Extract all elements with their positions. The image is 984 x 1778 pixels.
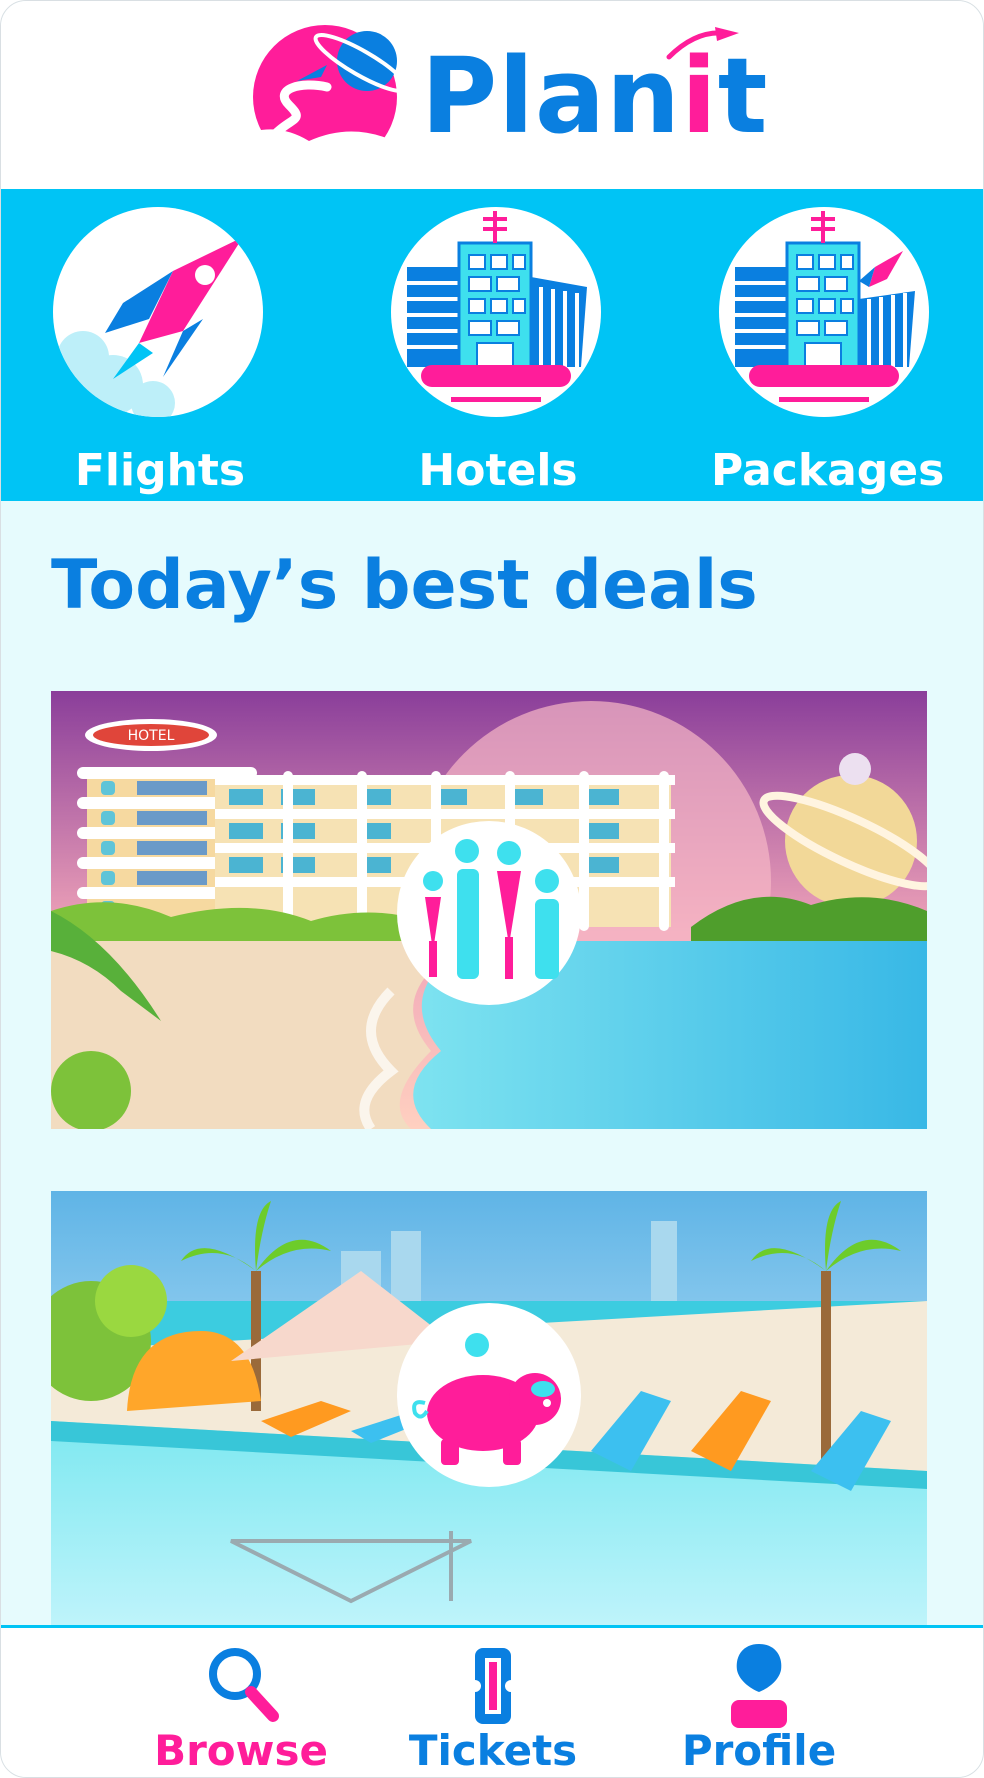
category-packages-circle[interactable] bbox=[719, 207, 929, 417]
category-hotels[interactable]: Hotels bbox=[383, 207, 613, 497]
hotel-sign-text: HOTEL bbox=[128, 728, 175, 744]
deal-card-beach-hotel[interactable]: HOTEL bbox=[51, 691, 927, 1129]
category-flights-label[interactable]: Flights bbox=[45, 445, 275, 496]
category-hotels-circle[interactable] bbox=[391, 207, 601, 417]
app-header: Planit bbox=[1, 1, 983, 189]
category-bar: Flights Hotels Packages bbox=[1, 189, 983, 501]
category-flights-circle[interactable] bbox=[53, 207, 263, 417]
deal-badge-family[interactable] bbox=[397, 821, 581, 1005]
category-packages[interactable]: Packages bbox=[711, 207, 944, 497]
category-packages-label[interactable]: Packages bbox=[711, 445, 944, 496]
nav-tickets-label[interactable]: Tickets bbox=[393, 1726, 593, 1775]
ticket-icon[interactable] bbox=[453, 1644, 533, 1728]
nav-profile-label[interactable]: Profile bbox=[659, 1726, 859, 1775]
search-icon[interactable] bbox=[201, 1644, 281, 1728]
rocket-icon bbox=[53, 237, 243, 417]
app-frame: Planit Flights Hotels Packages Today’s b… bbox=[0, 0, 984, 1778]
nav-profile[interactable]: Profile bbox=[659, 1644, 859, 1775]
nav-tickets[interactable]: Tickets bbox=[393, 1644, 593, 1775]
package-icon bbox=[735, 211, 915, 402]
piggy-bank-icon bbox=[412, 1333, 561, 1465]
planit-logo-icon bbox=[249, 25, 411, 155]
deals-section-title: Today’s best deals bbox=[51, 546, 758, 625]
deal-badge-savings[interactable] bbox=[397, 1303, 581, 1487]
category-flights[interactable]: Flights bbox=[45, 207, 275, 497]
hotel-icon bbox=[407, 211, 587, 402]
deal-card-pool-resort[interactable] bbox=[51, 1191, 927, 1627]
profile-icon[interactable] bbox=[719, 1644, 799, 1728]
bottom-navigation: Browse Tickets Profile bbox=[1, 1625, 983, 1777]
nav-browse[interactable]: Browse bbox=[141, 1644, 341, 1775]
category-hotels-label[interactable]: Hotels bbox=[383, 445, 613, 496]
nav-browse-label[interactable]: Browse bbox=[141, 1726, 341, 1775]
family-icon bbox=[423, 839, 559, 979]
logo-rocket-icon bbox=[666, 27, 739, 60]
